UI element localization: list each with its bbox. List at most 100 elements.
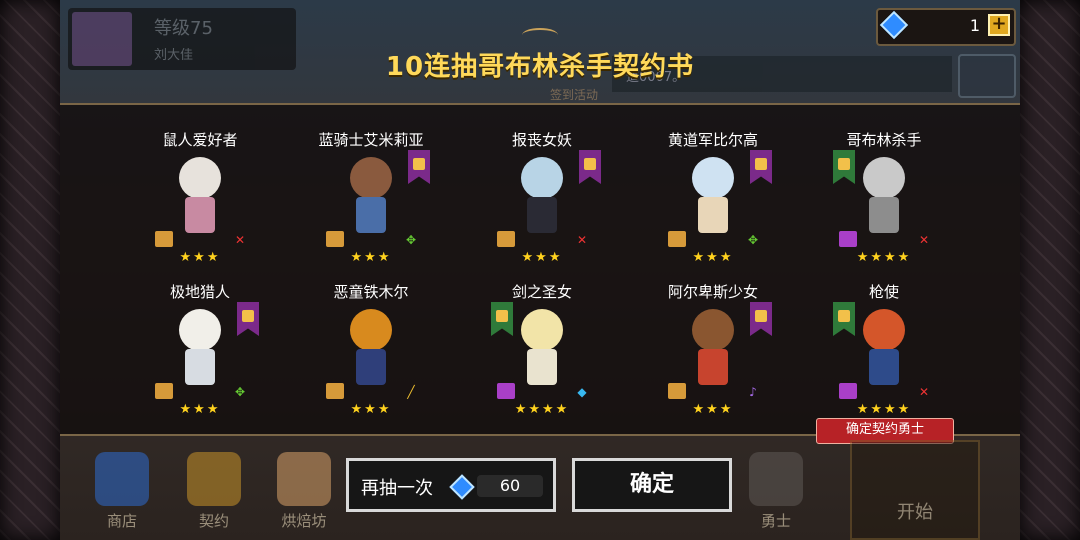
hero-card[interactable]: 哥布林杀手 ✕ ★★★★ (799, 105, 969, 265)
hero-body (698, 349, 728, 385)
hero-stars: ★★★ (179, 402, 221, 417)
weapon-icon: ╱ (407, 385, 415, 399)
hero-card[interactable]: 黄道军比尔高 ✥ ★★★ (628, 105, 798, 265)
hero-name: 哥布林杀手 (846, 131, 922, 149)
hero-head (863, 157, 905, 199)
hero-body (527, 197, 557, 233)
hero-card[interactable]: 剑之圣女 ◆ ★★★★ (457, 257, 627, 417)
hero-name: 阿尔卑斯少女 (667, 283, 758, 301)
dialog-title: 10连抽哥布林杀手契约书 (385, 52, 695, 82)
draw-again-cost: 60 (477, 475, 543, 497)
hero-name: 极地猎人 (169, 283, 230, 301)
hero-head (863, 309, 905, 351)
hero-results-panel: 鼠人爱好者 ✕ ★★★ 蓝骑士艾米莉亚 ✥ ★★★ 报丧女妖 ✕ ★★★ 黄道军… (60, 103, 1020, 436)
scroll-icon (668, 383, 686, 399)
hero-head (521, 157, 563, 199)
nav-label: 勇士 (760, 512, 791, 530)
hero-head (692, 309, 734, 351)
hero-sprite (511, 157, 573, 237)
hero-name: 报丧女妖 (511, 131, 572, 149)
weapon-icon: ✕ (918, 233, 930, 247)
hero-stars: ★★★★ (514, 402, 570, 417)
scroll-icon (668, 231, 686, 247)
hero-sprite (682, 157, 744, 237)
hero-name: 鼠人爱好者 (162, 131, 238, 149)
hero-body (185, 197, 215, 233)
hero-stars: ★★★ (692, 402, 734, 417)
hero-name: 剑之圣女 (511, 283, 572, 301)
nav-label: 烘焙坊 (281, 512, 327, 530)
hero-body (356, 349, 386, 385)
nav-hero[interactable]: 勇士 (736, 438, 816, 538)
hero-head (179, 309, 221, 351)
weapon-icon: ✕ (918, 385, 930, 399)
bakery-icon (277, 452, 331, 506)
class-banner-icon (750, 302, 772, 336)
weapon-icon: ✥ (234, 385, 246, 399)
hero-sprite (169, 309, 231, 389)
hero-name: 黄道军比尔高 (667, 131, 758, 149)
hero-body (185, 349, 215, 385)
hero-name: 恶童铁木尔 (333, 283, 409, 301)
hero-sprite (340, 309, 402, 389)
scroll-icon (497, 231, 515, 247)
hero-sprite (682, 309, 744, 389)
scroll-icon (497, 383, 515, 399)
hero-body (356, 197, 386, 233)
scroll-icon (326, 231, 344, 247)
class-banner-icon (491, 302, 513, 336)
start-button[interactable]: 开始 (850, 440, 980, 540)
add-gems-button[interactable]: + (988, 14, 1010, 36)
class-banner-icon (833, 302, 855, 336)
hero-stars: ★★★ (350, 402, 392, 417)
hero-card[interactable]: 阿尔卑斯少女 ♪ ★★★ (628, 257, 798, 417)
hero-sprite (853, 309, 915, 389)
hero-card[interactable]: 极地猎人 ✥ ★★★ (115, 257, 285, 417)
hero-name: 枪使 (868, 283, 899, 301)
hero-card[interactable]: 蓝骑士艾米莉亚 ✥ ★★★ (286, 105, 456, 265)
hero-head (179, 157, 221, 199)
hero-sprite (853, 157, 915, 237)
hero-name: 蓝骑士艾米莉亚 (318, 131, 424, 149)
class-banner-icon (750, 150, 772, 184)
hero-sprite (511, 309, 573, 389)
hero-stars: ★★★★ (856, 402, 912, 417)
weapon-icon: ◆ (577, 385, 587, 399)
nav-contract[interactable]: 契约 (174, 438, 254, 538)
scroll-icon (839, 383, 857, 399)
gem-counter: 1 + (876, 8, 1016, 46)
scroll-icon (155, 231, 173, 247)
nav-bakery[interactable]: 烘焙坊 (264, 438, 344, 538)
scroll-icon (155, 383, 173, 399)
hero-head (692, 157, 734, 199)
player-level: 等级75 (154, 18, 213, 39)
hero-sprite (169, 157, 231, 237)
confirm-button[interactable]: 确定 (572, 458, 732, 512)
title-ornament (522, 28, 558, 42)
hero-card[interactable]: 鼠人爱好者 ✕ ★★★ (115, 105, 285, 265)
draw-again-label: 再抽一次 (361, 478, 433, 499)
class-banner-icon (408, 150, 430, 184)
class-banner-icon (579, 150, 601, 184)
weapon-icon: ✥ (405, 233, 417, 247)
contract-icon (187, 452, 241, 506)
nav-label: 契约 (198, 512, 229, 530)
hero-head (521, 309, 563, 351)
hero-card[interactable]: 报丧女妖 ✕ ★★★ (457, 105, 627, 265)
draw-again-button[interactable]: 再抽一次 60 (346, 458, 556, 512)
hero-body (527, 349, 557, 385)
hero-icon (749, 452, 803, 506)
nav-shop[interactable]: 商店 (82, 438, 162, 538)
start-label: 开始 (897, 502, 933, 523)
weapon-icon: ✕ (576, 233, 588, 247)
hero-card[interactable]: 枪使 ✕ ★★★★ (799, 257, 969, 417)
hero-body (698, 197, 728, 233)
class-banner-icon (833, 150, 855, 184)
shop-icon (95, 452, 149, 506)
weapon-icon: ♪ (749, 385, 757, 399)
hero-body (869, 197, 899, 233)
hero-head (350, 157, 392, 199)
gem-count: 1 (969, 16, 980, 35)
hero-card[interactable]: 恶童铁木尔 ╱ ★★★ (286, 257, 456, 417)
event-label: 签到活动 (550, 88, 599, 102)
